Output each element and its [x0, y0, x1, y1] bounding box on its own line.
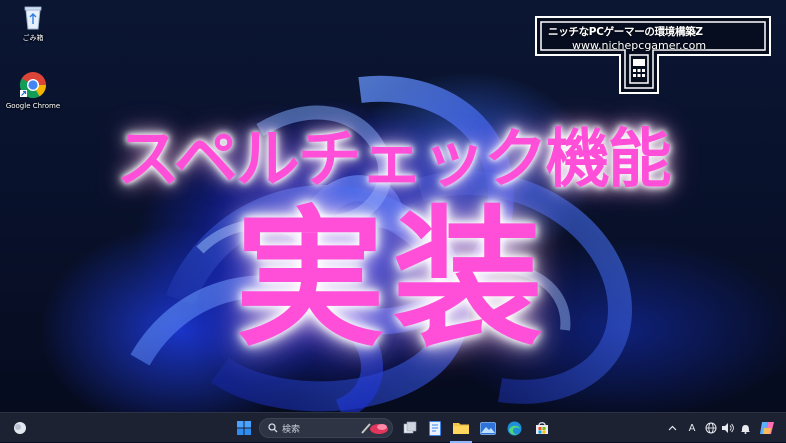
notifications-button[interactable] — [737, 413, 753, 443]
ime-indicator-label: A — [688, 422, 696, 434]
taskbar: 検索 A — [0, 412, 786, 443]
ime-indicator[interactable]: A — [684, 413, 700, 443]
task-view-icon — [403, 421, 417, 434]
volume-button[interactable] — [719, 413, 735, 443]
weather-widget-icon — [14, 422, 26, 434]
store-button[interactable] — [531, 413, 553, 443]
chrome-icon — [19, 72, 47, 99]
globe-icon — [705, 422, 717, 434]
edge-icon — [507, 421, 521, 435]
desktop-wallpaper: ごみ箱 Google Chrome スペルチェック機能 実装 ニッチなPCゲーマ… — [0, 0, 786, 412]
speaker-icon — [721, 423, 734, 433]
headline-implemented: 実装 — [234, 193, 551, 367]
desktop-icon-recycle-bin[interactable]: ごみ箱 — [1, 4, 65, 43]
notepad-icon — [429, 420, 441, 436]
headline-spellcheck-feature: スペルチェック機能 — [116, 123, 672, 197]
file-explorer-icon — [453, 422, 469, 434]
task-view-button[interactable] — [399, 413, 421, 443]
notepad-button[interactable] — [424, 413, 446, 443]
start-icon — [237, 421, 251, 435]
site-logo: ニッチなPCゲーマーの環境構築Z www.nichepcgamer.com — [534, 15, 772, 95]
photos-button[interactable] — [477, 413, 499, 443]
copilot-button[interactable] — [757, 413, 777, 443]
logo-title: ニッチなPCゲーマーの環境構築Z — [548, 26, 703, 38]
photos-icon — [480, 421, 496, 435]
desktop-icon-google-chrome[interactable]: Google Chrome — [1, 71, 65, 110]
copilot-icon — [760, 422, 774, 434]
widgets-button[interactable] — [8, 413, 32, 443]
taskbar-search-box[interactable]: 検索 — [259, 418, 393, 438]
chevron-up-icon — [668, 425, 676, 431]
show-hidden-icons-button[interactable] — [664, 413, 680, 443]
start-button[interactable] — [233, 413, 255, 443]
recycle-bin-icon — [24, 6, 42, 30]
bell-icon — [740, 425, 750, 434]
search-highlight-icon — [361, 423, 388, 434]
search-icon — [268, 423, 278, 433]
search-placeholder: 検索 — [282, 425, 301, 435]
recycle-bin-label: ごみ箱 — [22, 34, 44, 42]
edge-button[interactable] — [503, 413, 525, 443]
store-icon — [536, 422, 548, 434]
network-button[interactable] — [703, 413, 719, 443]
logo-url: www.nichepcgamer.com — [572, 39, 707, 52]
file-explorer-button[interactable] — [450, 413, 472, 443]
